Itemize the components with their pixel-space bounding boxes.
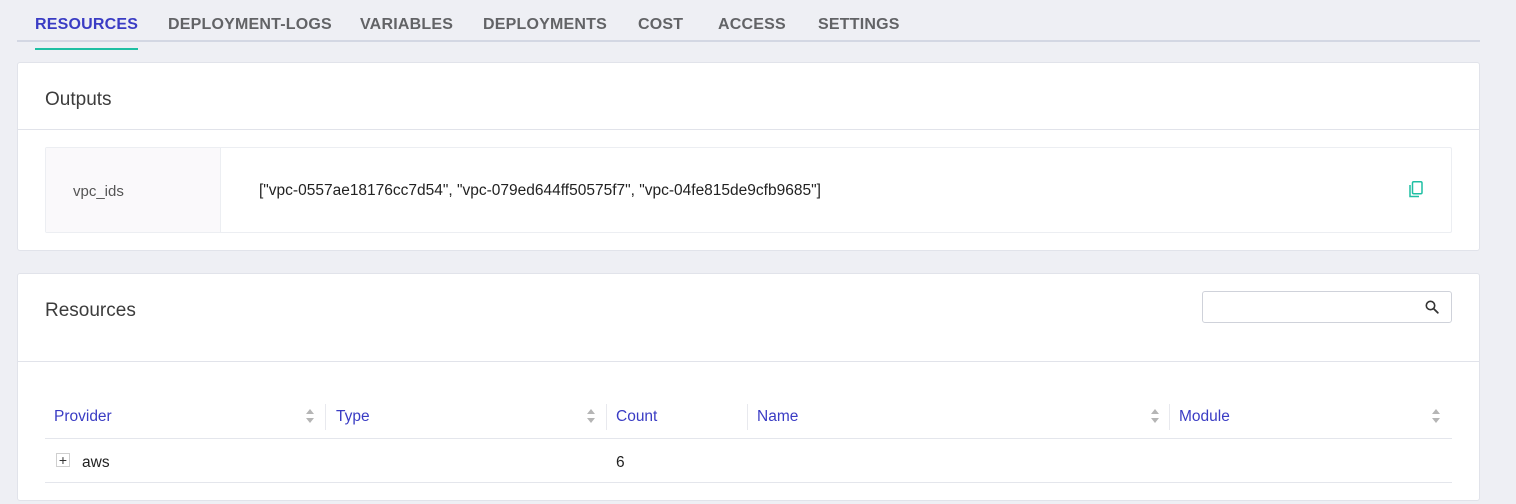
table-header-divider xyxy=(45,438,1452,439)
column-header-module[interactable]: Module xyxy=(1179,408,1230,426)
resources-card: Resources Provider Type Count Name Modul… xyxy=(17,273,1480,501)
column-separator xyxy=(325,404,326,430)
tab-resources[interactable]: RESOURCES xyxy=(35,16,139,50)
resources-title: Resources xyxy=(45,300,136,321)
tab-settings[interactable]: SETTINGS xyxy=(818,16,900,34)
tab-deployments[interactable]: DEPLOYMENTS xyxy=(483,16,607,34)
tab-bar: RESOURCES DEPLOYMENT-LOGS VARIABLES DEPL… xyxy=(17,0,1480,50)
output-row: vpc_ids ["vpc-0557ae18176cc7d54", "vpc-0… xyxy=(45,147,1452,233)
sort-icon[interactable] xyxy=(305,407,315,425)
expand-row-button[interactable]: + xyxy=(56,453,70,467)
cell-count: 6 xyxy=(616,454,625,471)
column-header-type[interactable]: Type xyxy=(336,408,370,426)
tab-variables[interactable]: VARIABLES xyxy=(360,16,453,34)
resources-search xyxy=(1202,291,1452,323)
output-key: vpc_ids xyxy=(46,148,221,232)
search-icon[interactable] xyxy=(1425,300,1439,314)
outputs-title: Outputs xyxy=(45,89,112,110)
column-separator xyxy=(1169,404,1170,430)
copy-icon[interactable] xyxy=(1409,181,1423,198)
sort-icon[interactable] xyxy=(1150,407,1160,425)
output-value: ["vpc-0557ae18176cc7d54", "vpc-079ed644f… xyxy=(259,182,821,199)
sort-icon[interactable] xyxy=(586,407,596,425)
column-separator xyxy=(747,404,748,430)
column-header-provider[interactable]: Provider xyxy=(54,408,112,426)
tab-deployment-logs[interactable]: DEPLOYMENT-LOGS xyxy=(168,16,332,34)
outputs-card: Outputs vpc_ids ["vpc-0557ae18176cc7d54"… xyxy=(17,62,1480,251)
search-input[interactable] xyxy=(1203,292,1418,322)
table-row-divider xyxy=(45,482,1452,483)
column-header-name[interactable]: Name xyxy=(757,408,798,426)
tab-cost[interactable]: COST xyxy=(638,16,683,34)
outputs-divider xyxy=(18,129,1479,130)
tab-access[interactable]: ACCESS xyxy=(718,16,786,34)
resources-divider xyxy=(18,361,1479,362)
cell-provider: aws xyxy=(82,454,110,471)
column-header-count[interactable]: Count xyxy=(616,408,657,426)
column-separator xyxy=(606,404,607,430)
sort-icon[interactable] xyxy=(1431,407,1441,425)
